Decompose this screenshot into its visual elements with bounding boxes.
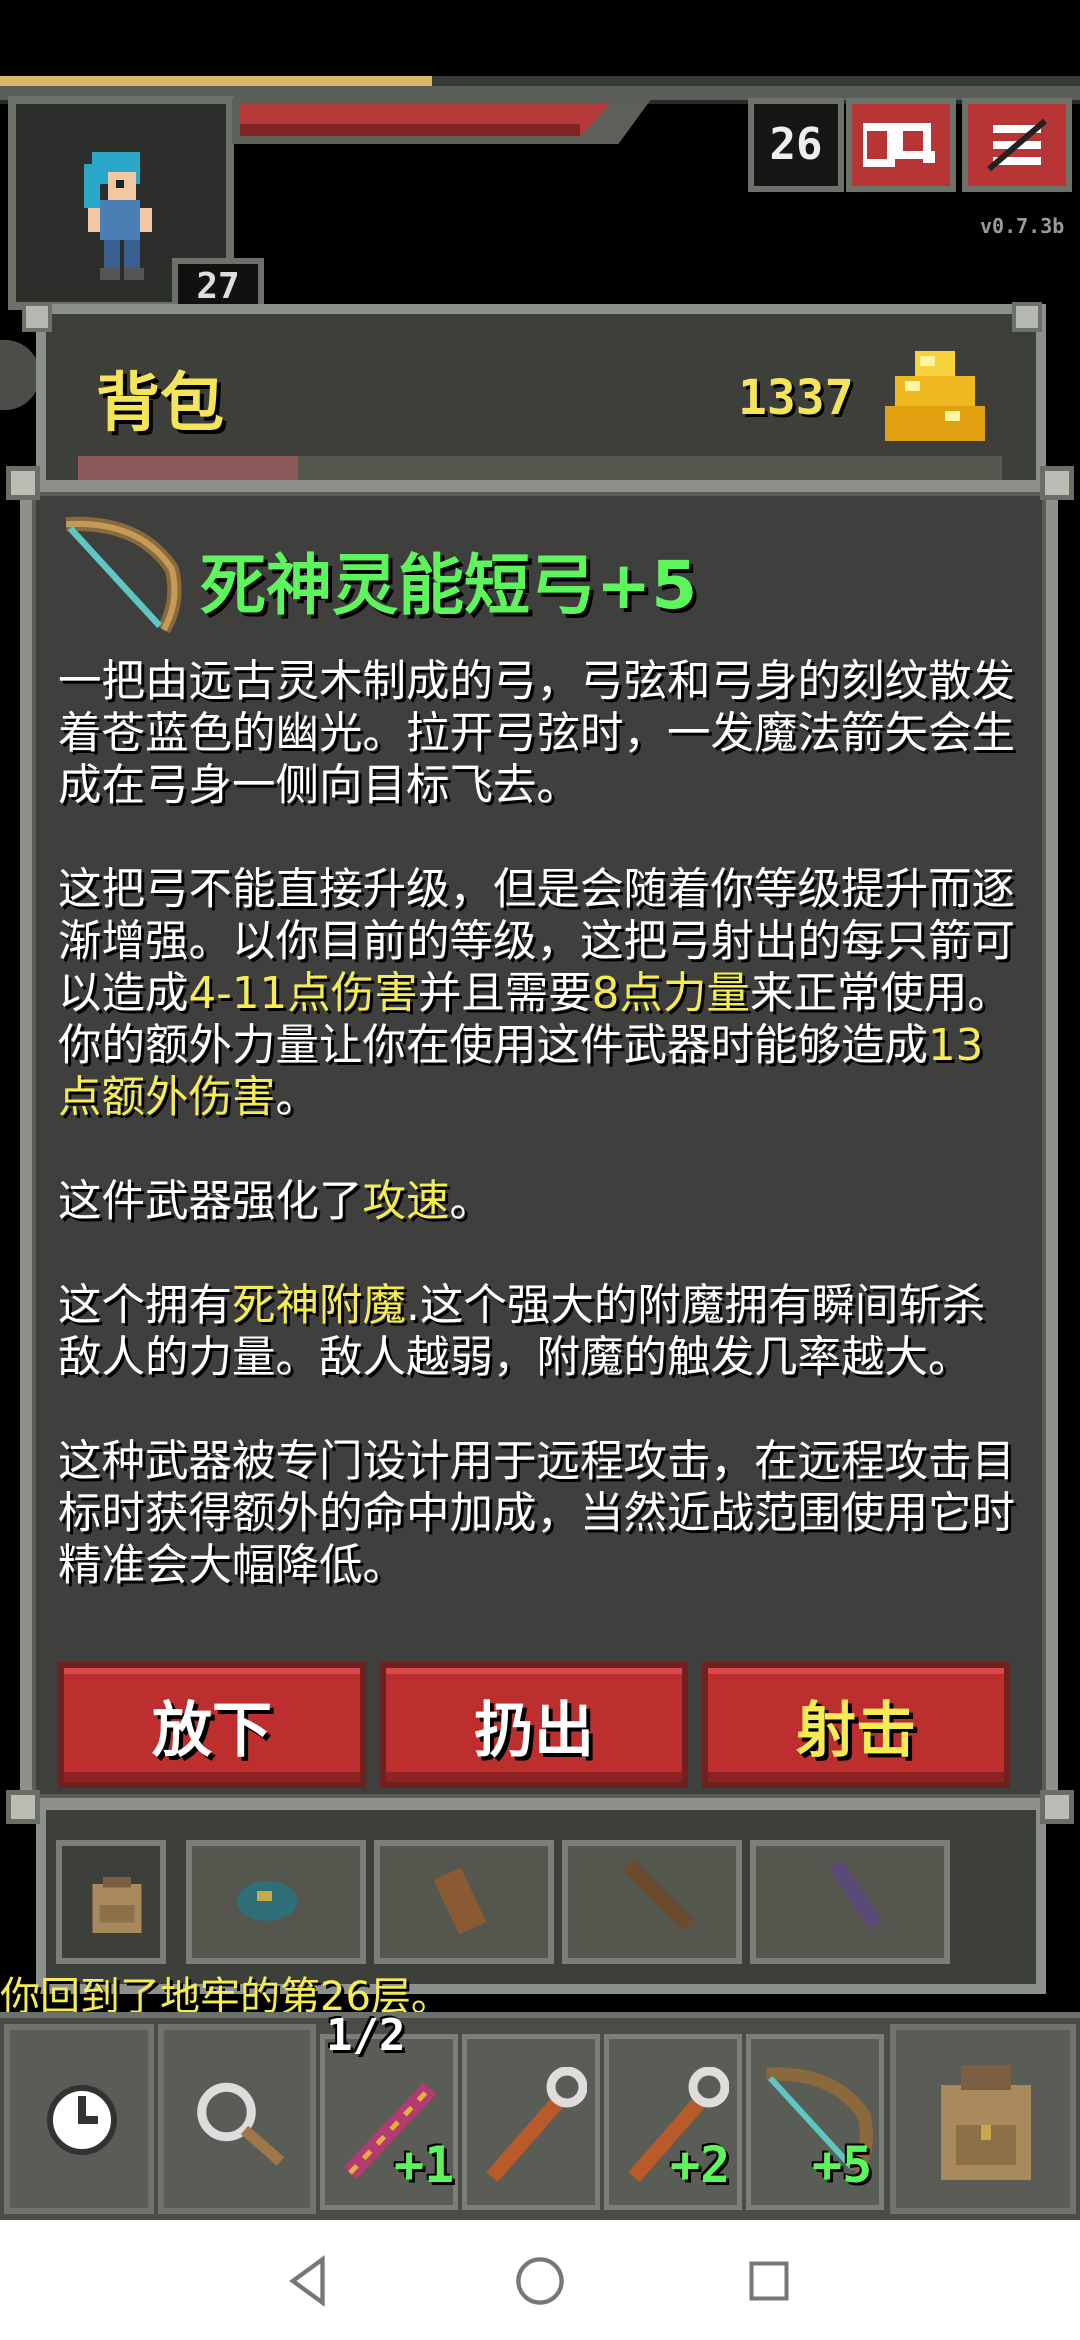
search-button[interactable] xyxy=(158,2024,316,2214)
window-corner xyxy=(6,466,40,500)
window-corner xyxy=(1012,302,1042,332)
gold-pile-icon xyxy=(885,351,985,441)
staff-icon xyxy=(486,2067,587,2182)
shoot-button[interactable]: 射击 xyxy=(702,1662,1010,1788)
inventory-button[interactable] xyxy=(890,2024,1076,2214)
desc-paragraph: 这个拥有死神附魔.这个强大的附魔拥有瞬间斩杀敌人的力量。敌人越弱，附魔的触发几率… xyxy=(58,1281,986,1383)
bow-icon xyxy=(65,516,182,634)
menu-button[interactable] xyxy=(962,98,1072,192)
side-tab[interactable] xyxy=(0,340,40,410)
quickslot-bonus: +1 xyxy=(394,2136,455,2194)
search-journal-icon xyxy=(863,123,935,167)
drop-button[interactable]: 放下 xyxy=(58,1662,366,1788)
throw-button[interactable]: 扔出 xyxy=(380,1662,688,1788)
wand-icon xyxy=(829,1860,883,1930)
augment-highlight: 攻速 xyxy=(362,1177,450,1227)
quickslot-bonus: +2 xyxy=(670,2136,731,2194)
health-bar-shade xyxy=(240,124,580,136)
backpack-slot[interactable] xyxy=(56,1840,166,1964)
backpack-slot[interactable] xyxy=(186,1840,366,1964)
journal-button[interactable] xyxy=(846,98,956,192)
backpack-icon xyxy=(941,2065,1031,2180)
leather-item-icon xyxy=(433,1867,487,1935)
strength-highlight: 8点力量 xyxy=(591,969,750,1019)
nav-back-button[interactable] xyxy=(274,2246,344,2316)
recents-square-icon xyxy=(749,2261,789,2301)
staff-icon xyxy=(622,1860,694,1930)
backpack-title: 背包 xyxy=(96,367,224,441)
item-description: 一把由远古灵木制成的弓，弓弦和弓身的刻纹散发着苍蓝色的幽光。拉开弓弦时，一发魔法… xyxy=(58,656,1018,1592)
hero-avatar-icon xyxy=(84,152,152,280)
window-corner xyxy=(1040,466,1074,500)
back-triangle-icon xyxy=(289,2255,325,2307)
teal-item-icon xyxy=(237,1881,297,1921)
backpack-slots xyxy=(56,1840,1032,1970)
item-title: 死神灵能短弓+5 xyxy=(200,547,698,624)
nav-recents-button[interactable] xyxy=(734,2246,804,2316)
desc-paragraph: 这把弓不能直接升级，但是会随着你等级提升而逐渐增强。以你目前的等级，这把弓射出的… xyxy=(58,865,1015,1123)
quickslot-bonus: +5 xyxy=(812,2136,873,2194)
enchant-highlight: 死神附魔 xyxy=(232,1281,406,1331)
window-corner xyxy=(6,1790,40,1824)
wait-button[interactable] xyxy=(4,2024,154,2214)
version-label: v0.7.3b xyxy=(980,214,1065,238)
backpack-slot[interactable] xyxy=(562,1840,742,1964)
gold-count: 1337 xyxy=(738,370,854,426)
quickslot-charges: 1/2 xyxy=(326,2010,406,2061)
desc-paragraph: 这件武器强化了攻速。 xyxy=(58,1177,493,1227)
quickslot[interactable] xyxy=(462,2034,600,2210)
backpack-slot[interactable] xyxy=(374,1840,554,1964)
experience-bar xyxy=(0,76,1080,86)
desc-paragraph: 一把由远古灵木制成的弓，弓弦和弓身的刻纹散发着苍蓝色的幽光。拉开弓弦时，一发魔法… xyxy=(58,657,1015,811)
backpack-slot[interactable] xyxy=(750,1840,950,1964)
home-circle-icon xyxy=(516,2257,564,2305)
depth-indicator: 26 xyxy=(748,98,844,192)
menu-icon xyxy=(987,118,1047,172)
window-corner xyxy=(22,302,52,332)
window-corner xyxy=(1040,1790,1074,1824)
nav-home-button[interactable] xyxy=(505,2246,575,2316)
experience-fill xyxy=(0,76,432,86)
clock-icon xyxy=(47,2085,117,2155)
magnifier-icon xyxy=(197,2082,285,2166)
item-actions: 放下 扔出 射击 xyxy=(58,1662,1010,1788)
desc-paragraph: 这种武器被专门设计用于远程攻击，在远程攻击目标时获得额外的命中加成，当然近战范围… xyxy=(58,1437,1015,1591)
backpack-icon xyxy=(92,1877,142,1933)
damage-highlight: 4-11点伤害 xyxy=(188,969,418,1019)
